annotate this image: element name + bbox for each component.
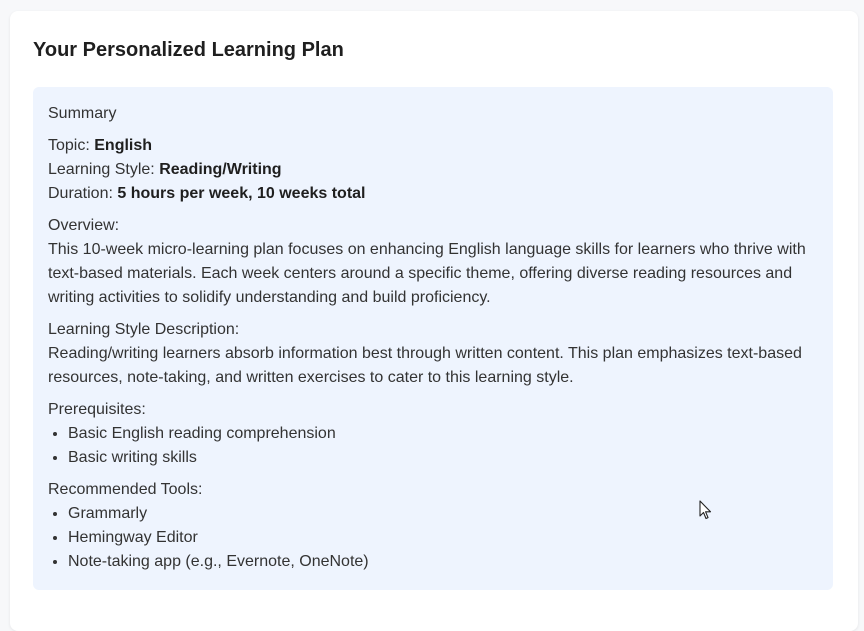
list-item: Basic writing skills — [68, 446, 818, 470]
prerequisites-heading: Prerequisites: — [48, 401, 146, 418]
topic-line: Topic: English — [48, 134, 818, 158]
list-item: Hemingway Editor — [68, 526, 818, 550]
list-item: Basic English reading comprehension — [68, 422, 818, 446]
page-title: Your Personalized Learning Plan — [33, 39, 344, 61]
topic-label: Topic: — [48, 137, 95, 154]
learning-style-line: Learning Style: Reading/Writing — [48, 158, 818, 182]
mouse-pointer-icon — [699, 500, 712, 520]
topic-value: English — [94, 137, 153, 154]
learning-style-description-text: Reading/writing learners absorb informat… — [48, 345, 802, 386]
summary-panel: Summary Topic: English Learning Style: R… — [33, 87, 833, 590]
duration-value: 5 hours per week, 10 weeks total — [117, 185, 366, 202]
summary-heading: Summary — [48, 105, 117, 122]
list-item: Note-taking app (e.g., Evernote, OneNote… — [68, 550, 818, 574]
learning-style-value: Reading/Writing — [159, 161, 282, 178]
prerequisites-list: Basic English reading comprehension Basi… — [48, 422, 818, 470]
learning-style-description-heading: Learning Style Description: — [48, 321, 240, 338]
learning-style-label: Learning Style: — [48, 161, 160, 178]
duration-label: Duration: — [48, 185, 118, 202]
learning-plan-card: Your Personalized Learning Plan Summary … — [10, 11, 858, 631]
overview-heading: Overview: — [48, 217, 120, 234]
recommended-tools-heading: Recommended Tools: — [48, 481, 203, 498]
duration-line: Duration: 5 hours per week, 10 weeks tot… — [48, 182, 818, 206]
overview-text: This 10-week micro-learning plan focuses… — [48, 241, 806, 306]
